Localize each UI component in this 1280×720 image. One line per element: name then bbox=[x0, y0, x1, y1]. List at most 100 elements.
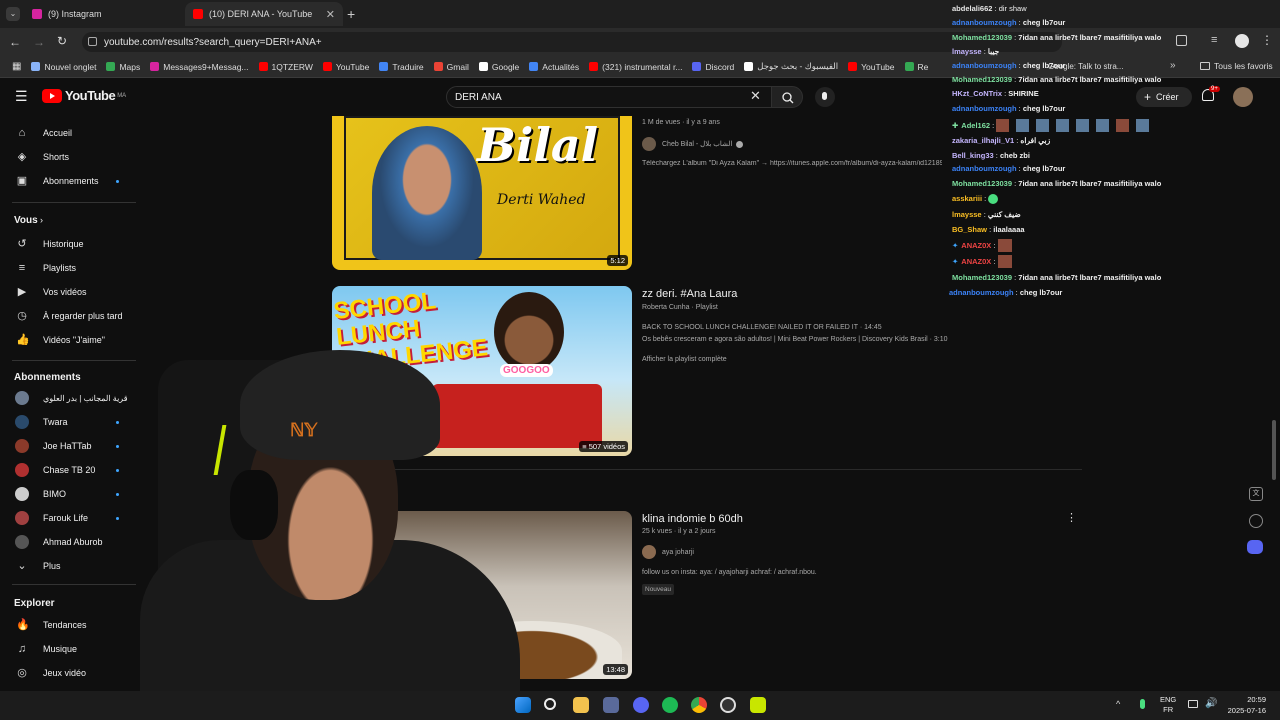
tab-instagram[interactable]: (9) Instagram ✕ bbox=[24, 2, 204, 26]
emote-icon bbox=[997, 255, 1012, 268]
playlist-item[interactable]: Os bebês cresceram e agora são adultos! … bbox=[642, 336, 948, 343]
clock[interactable]: 20:59 2025-07-16 bbox=[1226, 694, 1266, 716]
tray-overflow-icon[interactable]: ^ bbox=[1116, 699, 1120, 709]
sidebar-sub-5[interactable]: Farouk Life bbox=[0, 507, 140, 529]
watch-later-icon: ◷ bbox=[17, 310, 27, 322]
sidebar-sub-0[interactable]: قرية المجانب | بدر العلوي bbox=[0, 387, 140, 409]
reload-icon[interactable]: ↻ bbox=[57, 34, 67, 48]
spotify-icon[interactable] bbox=[662, 697, 678, 713]
playlist-meta[interactable]: Roberta Cunha · Playlist bbox=[642, 304, 718, 311]
sidebar-sub-1[interactable]: Twara bbox=[0, 411, 140, 433]
store-icon[interactable] bbox=[603, 697, 619, 713]
sidebar-item-shorts[interactable]: ◈ Shorts bbox=[0, 146, 140, 168]
sidebar-item-history[interactable]: ↺ Historique bbox=[0, 233, 140, 255]
sidebar-toggle-icon[interactable]: ≡ bbox=[1211, 34, 1217, 46]
profile-avatar[interactable] bbox=[1235, 34, 1249, 48]
sidebar-you-header[interactable]: Vous › bbox=[0, 209, 140, 231]
back-icon[interactable]: ← bbox=[9, 35, 21, 49]
translate-icon[interactable]: 文 bbox=[1249, 487, 1263, 501]
volume-icon[interactable]: 🔊 bbox=[1205, 698, 1217, 709]
bookmark-7[interactable]: Google bbox=[478, 62, 519, 72]
bookmark-10[interactable]: Discord bbox=[692, 62, 734, 72]
chrome-icon[interactable] bbox=[691, 697, 707, 713]
bookmark-1[interactable]: Maps bbox=[106, 62, 140, 72]
bookmark-2[interactable]: Messages9+Messag... bbox=[150, 62, 249, 72]
more-actions-icon[interactable]: ⋮ bbox=[1066, 511, 1077, 524]
language-indicator[interactable]: ENG FR bbox=[1160, 695, 1176, 715]
account-avatar[interactable] bbox=[1233, 87, 1253, 107]
apps-icon[interactable]: ▦ bbox=[12, 61, 21, 72]
all-favorites[interactable]: Tous les favoris bbox=[1200, 61, 1273, 71]
sidebar-item-subscriptions[interactable]: ▣ Abonnements bbox=[0, 170, 140, 192]
bookmark-3[interactable]: 1QTZERW bbox=[258, 62, 313, 72]
sidebar-item-your-videos[interactable]: ▶ Vos vidéos bbox=[0, 281, 140, 303]
tab-list-button[interactable]: ⌄ bbox=[6, 7, 20, 21]
playlists-icon: ≡ bbox=[18, 262, 26, 274]
chat-message: asskariii : bbox=[952, 194, 999, 205]
sidebar-sub-3[interactable]: Chase TB 20 bbox=[0, 459, 140, 481]
bookmark-4[interactable]: YouTube bbox=[322, 62, 369, 72]
new-content-dot bbox=[116, 468, 119, 472]
video-title[interactable]: klina indomie b 60dh bbox=[642, 513, 743, 525]
chat-message: zakaria_ilhajli_V1 : زبي افراه bbox=[952, 136, 1051, 145]
chat-username: Mohamed123039 bbox=[952, 273, 1013, 282]
close-tab-icon[interactable]: ✕ bbox=[326, 8, 335, 21]
sidebar-item-gaming[interactable]: ◎ Jeux vidéo bbox=[0, 662, 140, 684]
sidebar-item-watch-later[interactable]: ◷ À regarder plus tard bbox=[0, 305, 140, 327]
bookmark-12[interactable]: YouTube bbox=[848, 62, 895, 72]
game-launcher-icon[interactable] bbox=[750, 697, 766, 713]
youtube-logo[interactable]: YouTube MA bbox=[42, 88, 126, 103]
subscriptions-icon: ▣ bbox=[16, 175, 28, 187]
menu-icon[interactable]: ⋮ bbox=[1261, 33, 1273, 47]
scrollbar-thumb[interactable] bbox=[1272, 420, 1276, 480]
sidebar-item-trending[interactable]: 🔥 Tendances bbox=[0, 614, 140, 636]
chat-message: lmaysse : ضيف كنني bbox=[952, 210, 1021, 219]
bookmark-13[interactable]: Re bbox=[904, 62, 928, 72]
instagram-icon bbox=[32, 9, 42, 19]
sidebar-item-music[interactable]: ♫ Musique bbox=[0, 638, 140, 660]
headset bbox=[230, 470, 278, 540]
obs-icon[interactable] bbox=[720, 697, 736, 713]
webcam-overlay: ℕ𝕐 bbox=[140, 340, 560, 720]
bookmark-8[interactable]: Actualités bbox=[529, 62, 579, 72]
channel-link[interactable]: Cheb Bilal - الشاب بلال bbox=[642, 137, 744, 151]
bookmark-9[interactable]: (321) instrumental r... bbox=[589, 62, 682, 72]
clear-search-icon[interactable]: ✕ bbox=[750, 88, 761, 104]
settings-icon[interactable] bbox=[1249, 514, 1263, 528]
sidebar-more[interactable]: ⌄ Plus bbox=[0, 555, 140, 577]
view-full-playlist-link[interactable]: Afficher la playlist complète bbox=[642, 356, 727, 363]
search-button[interactable] bbox=[771, 86, 803, 108]
tab-youtube[interactable]: (10) DERI ANA - YouTube ✕ bbox=[185, 2, 343, 26]
network-icon[interactable] bbox=[1188, 700, 1198, 708]
search-input[interactable]: DERI ANA bbox=[446, 86, 772, 108]
windows-start-icon[interactable] bbox=[515, 697, 531, 713]
playlist-title[interactable]: zz deri. #Ana Laura bbox=[642, 288, 737, 300]
video-thumbnail-1[interactable]: Bilal Derti Wahed 5:12 bbox=[332, 116, 632, 270]
discord-app-icon[interactable] bbox=[633, 697, 649, 713]
url-field[interactable]: youtube.com/results?search_query=DERI+AN… bbox=[82, 32, 1062, 52]
bookmark-5[interactable]: Traduire bbox=[379, 62, 424, 72]
sidebar-item-liked-videos[interactable]: 👍 Vidéos "J'aime" bbox=[0, 329, 140, 351]
sidebar-sub-6[interactable]: Ahmad Aburob bbox=[0, 531, 140, 553]
emote-icon bbox=[1036, 119, 1050, 132]
site-info-icon[interactable] bbox=[88, 37, 97, 46]
hamburger-menu-icon[interactable]: ☰ bbox=[15, 88, 28, 105]
bookmark-0[interactable]: Nouvel onglet bbox=[31, 62, 96, 72]
file-explorer-icon[interactable] bbox=[573, 697, 589, 713]
channel-avatar bbox=[15, 391, 29, 405]
sidebar-sub-4[interactable]: BIMO bbox=[0, 483, 140, 505]
chat-username: adnanboumzough bbox=[952, 164, 1017, 173]
channel-link[interactable]: aya joharji bbox=[642, 545, 694, 559]
sidebar-item-playlists[interactable]: ≡ Playlists bbox=[0, 257, 140, 279]
forward-icon[interactable]: → bbox=[33, 35, 45, 49]
discord-icon[interactable] bbox=[1247, 540, 1263, 554]
search-icon[interactable] bbox=[544, 698, 556, 710]
bookmark-11[interactable]: الفيسبوك - بحث جوجل bbox=[744, 61, 838, 72]
voice-search-button[interactable] bbox=[815, 87, 835, 107]
sidebar-item-home[interactable]: ⌂ Accueil bbox=[0, 122, 140, 144]
mic-icon[interactable] bbox=[1140, 699, 1145, 709]
bookmark-6[interactable]: Gmail bbox=[433, 62, 469, 72]
playlist-item[interactable]: BACK TO SCHOOL LUNCH CHALLENGE! NAILED I… bbox=[642, 324, 882, 331]
sidebar-sub-2[interactable]: Joe HaTTab bbox=[0, 435, 140, 457]
new-tab-button[interactable]: + bbox=[347, 6, 355, 22]
